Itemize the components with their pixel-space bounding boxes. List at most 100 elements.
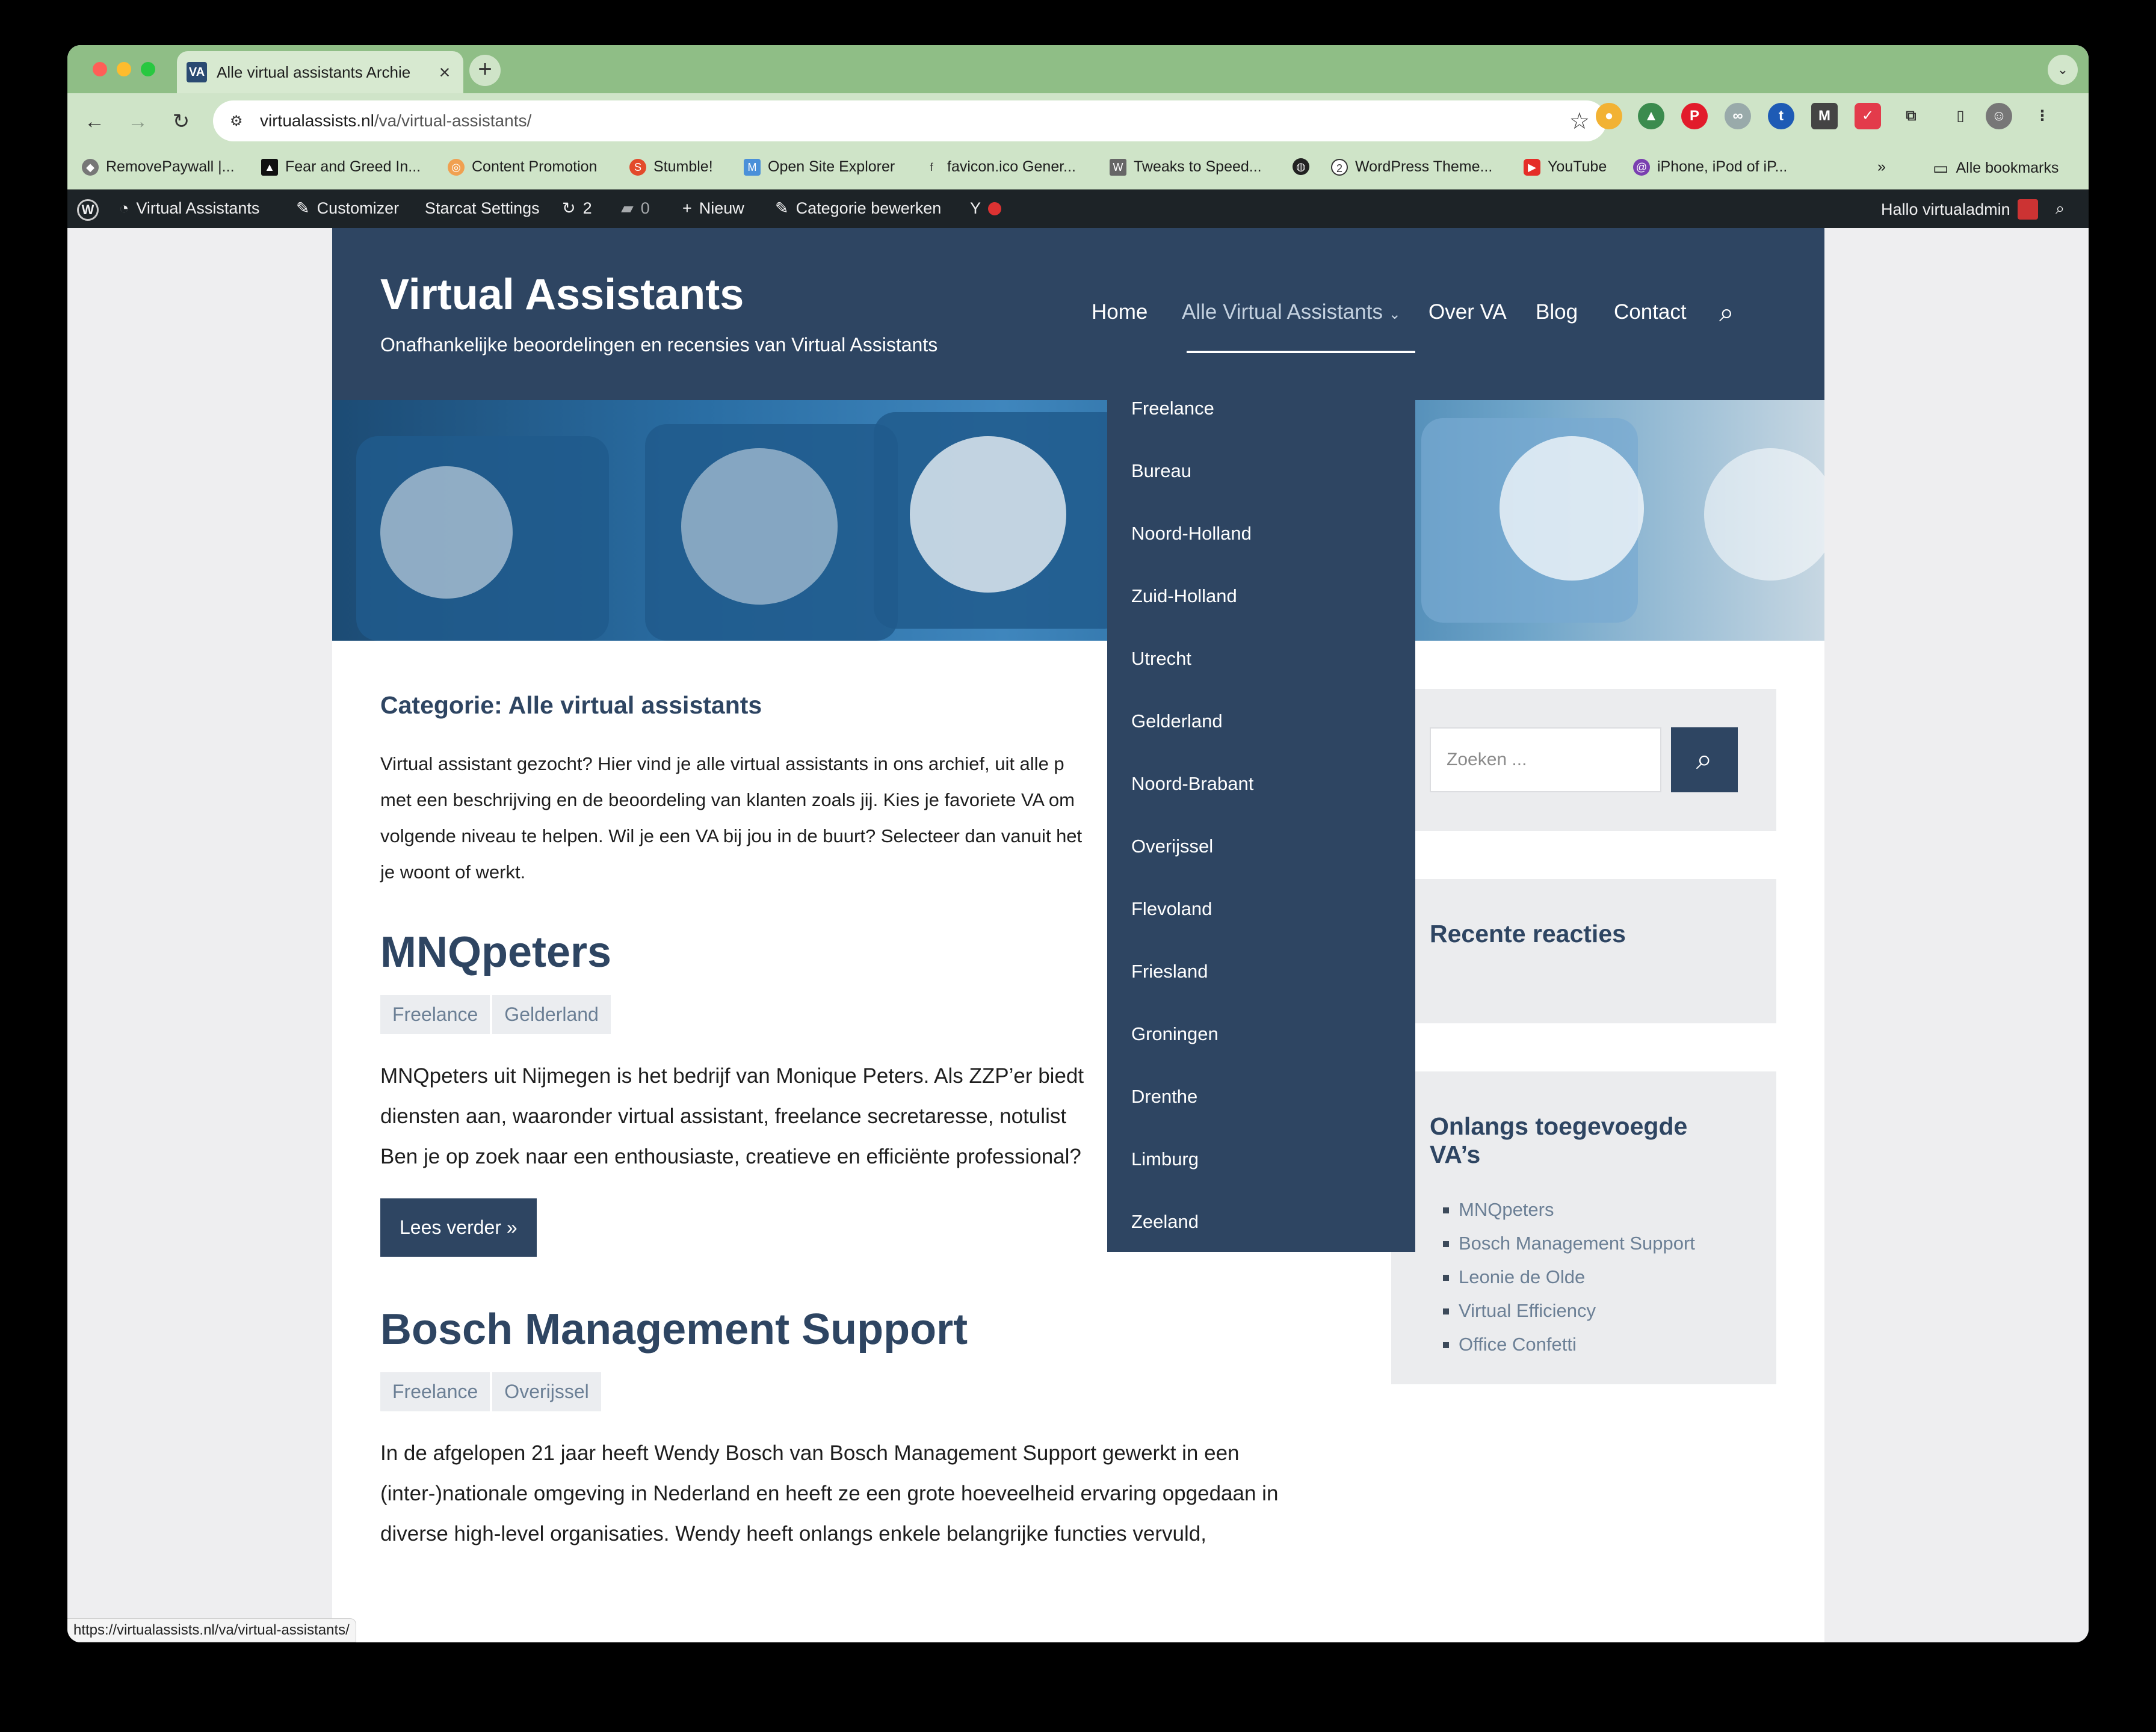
forward-arrow-icon[interactable]: →: [123, 106, 153, 137]
bookmark-item[interactable]: ◆ RemovePaywall |...: [82, 158, 235, 176]
admin-new-link[interactable]: + Nieuw: [682, 199, 744, 218]
bookmark-item[interactable]: ▶ YouTube: [1524, 158, 1607, 176]
bookmark-item[interactable]: ▲ Fear and Greed In...: [261, 158, 421, 176]
bookmark-item[interactable]: @ iPhone, iPod of iP...: [1633, 158, 1787, 176]
sidebar-search-input[interactable]: Zoeken ...: [1430, 727, 1661, 792]
site-title[interactable]: Virtual Assistants: [380, 270, 744, 319]
dropdown-item-groningen[interactable]: Groningen: [1107, 1003, 1415, 1065]
active-tab[interactable]: VA Alle virtual assistants Archie ×: [177, 51, 463, 93]
favicon-icon: f: [930, 161, 933, 173]
dropdown-item-utrecht[interactable]: Utrecht: [1107, 627, 1415, 690]
sidebar-search-button[interactable]: ⌕: [1670, 727, 1738, 792]
admin-starcat-link[interactable]: Starcat Settings: [425, 199, 540, 218]
admin-updates-link[interactable]: ↻ 2: [562, 199, 592, 218]
header-search-icon[interactable]: ⌕: [1719, 298, 1734, 328]
brush-icon: ✎: [296, 199, 310, 217]
moz-icon: M: [744, 158, 761, 176]
widget-title: Recente reacties: [1430, 920, 1626, 948]
close-tab-icon[interactable]: ×: [436, 61, 454, 84]
google-drive-icon[interactable]: ▲: [1638, 103, 1664, 129]
recent-va-link[interactable]: Virtual Efficiency: [1430, 1294, 1738, 1328]
dropdown-item-flevoland[interactable]: Flevoland: [1107, 878, 1415, 940]
bookmark-label: favicon.ico Gener...: [947, 158, 1076, 175]
dropdown-item-freelance[interactable]: Freelance: [1107, 377, 1415, 440]
browser-menu-icon[interactable]: ⋮: [2029, 103, 2056, 129]
va-favicon-icon: VA: [187, 62, 207, 82]
nav-over-va[interactable]: Over VA: [1429, 300, 1507, 324]
excerpt-line: diverse high-level organisaties. Wendy h…: [380, 1522, 1206, 1546]
pocket-icon[interactable]: ✓: [1855, 103, 1881, 129]
nav-all-virtual-assistants[interactable]: Alle Virtual Assistants ⌄: [1182, 300, 1401, 324]
dropdown-item-zuid-holland[interactable]: Zuid-Holland: [1107, 565, 1415, 627]
target-icon: ◎: [448, 158, 465, 176]
bookmark-label: Content Promotion: [472, 158, 598, 175]
dropdown-item-noord-holland[interactable]: Noord-Holland: [1107, 502, 1415, 565]
bookmark-item[interactable]: f favicon.ico Gener...: [923, 158, 1076, 176]
tab-search-button[interactable]: ⌄: [2048, 55, 2078, 85]
bookmark-item[interactable]: W Tweaks to Speed...: [1110, 158, 1262, 176]
admin-site-link[interactable]: ◔ Virtual Assistants: [119, 199, 259, 218]
link-extension-icon[interactable]: ∞: [1725, 103, 1751, 129]
dropdown-item-overijssel[interactable]: Overijssel: [1107, 815, 1415, 878]
tag-link[interactable]: Gelderland: [492, 995, 611, 1034]
site-settings-icon[interactable]: ⚙: [230, 112, 254, 130]
recent-va-link[interactable]: Office Confetti: [1430, 1328, 1738, 1361]
nav-all-label: Alle Virtual Assistants: [1182, 300, 1383, 324]
wordpress-logo-icon[interactable]: W: [77, 199, 99, 221]
side-panel-icon[interactable]: ▯: [1947, 103, 1974, 129]
admin-starcat-label: Starcat Settings: [425, 199, 540, 217]
recent-va-link[interactable]: MNQpeters: [1430, 1193, 1738, 1227]
admin-comments-link[interactable]: ▰ 0: [621, 199, 650, 218]
more-bookmarks-chevron-icon[interactable]: »: [1877, 158, 1886, 176]
admin-edit-label: Categorie bewerken: [795, 199, 942, 217]
minimize-window-button[interactable]: [117, 62, 131, 76]
all-bookmarks-folder[interactable]: ▭ Alle bookmarks: [1933, 158, 2059, 178]
recent-va-link[interactable]: Bosch Management Support: [1430, 1227, 1738, 1260]
admin-customizer-link[interactable]: ✎ Customizer: [296, 199, 399, 218]
tag-link[interactable]: Overijssel: [492, 1372, 601, 1411]
bookmark-item[interactable]: 2 WordPress Theme...: [1331, 158, 1492, 176]
nav-home[interactable]: Home: [1092, 300, 1147, 324]
zoom-window-button[interactable]: [141, 62, 155, 76]
admin-account-link[interactable]: Hallo virtualadmin: [1881, 199, 2038, 220]
back-arrow-icon[interactable]: ←: [79, 106, 110, 137]
bookmark-star-icon[interactable]: ☆: [1569, 108, 1590, 135]
new-tab-button[interactable]: +: [469, 55, 501, 86]
widget-title: Onlangs toegevoegde VA’s: [1430, 1112, 1688, 1168]
tag-link[interactable]: Freelance: [380, 1372, 490, 1411]
profile-avatar[interactable]: ☺: [1986, 103, 2012, 129]
reload-icon[interactable]: ↻: [166, 106, 196, 137]
dropdown-item-noord-brabant[interactable]: Noord-Brabant: [1107, 753, 1415, 815]
admin-edit-category-link[interactable]: ✎ Categorie bewerken: [775, 199, 941, 218]
admin-search-icon[interactable]: ⌕: [2056, 199, 2065, 218]
url-text[interactable]: virtualassists.nl/va/virtual-assistants/: [260, 111, 1569, 131]
bookmark-item[interactable]: ◍: [1293, 158, 1309, 175]
nav-contact[interactable]: Contact: [1614, 300, 1687, 324]
tw-extension-icon[interactable]: t: [1768, 103, 1794, 129]
bookmark-item[interactable]: M Open Site Explorer: [744, 158, 895, 176]
extensions-puzzle-icon[interactable]: ⧉: [1898, 103, 1924, 129]
user-avatar: [2017, 199, 2038, 220]
recent-va-link[interactable]: Leonie de Olde: [1430, 1260, 1738, 1294]
dropdown-item-limburg[interactable]: Limburg: [1107, 1128, 1415, 1191]
bookmark-item[interactable]: S Stumble!: [629, 158, 713, 176]
bookmark-item[interactable]: ◎ Content Promotion: [448, 158, 597, 176]
admin-new-label: Nieuw: [699, 199, 744, 217]
nav-blog[interactable]: Blog: [1536, 300, 1578, 324]
extension-egg-icon[interactable]: ●: [1596, 103, 1622, 129]
dropdown-item-friesland[interactable]: Friesland: [1107, 940, 1415, 1003]
dropdown-item-bureau[interactable]: Bureau: [1107, 440, 1415, 502]
dropdown-item-drenthe[interactable]: Drenthe: [1107, 1065, 1415, 1128]
tag-link[interactable]: Freelance: [380, 995, 490, 1034]
m-extension-icon[interactable]: M: [1811, 103, 1838, 129]
chevron-down-icon: ⌄: [1388, 306, 1401, 322]
close-window-button[interactable]: [93, 62, 107, 76]
yoast-icon[interactable]: Y: [970, 199, 1002, 218]
read-more-button[interactable]: Lees verder »: [380, 1198, 537, 1257]
post-title[interactable]: Bosch Management Support: [380, 1305, 1343, 1354]
address-bar[interactable]: ⚙ virtualassists.nl/va/virtual-assistant…: [213, 100, 1607, 141]
dropdown-item-zeeland[interactable]: Zeeland: [1107, 1191, 1415, 1253]
dropdown-item-gelderland[interactable]: Gelderland: [1107, 690, 1415, 753]
pinterest-icon[interactable]: P: [1681, 103, 1708, 129]
recent-comments-widget: Recente reacties: [1391, 879, 1776, 1023]
